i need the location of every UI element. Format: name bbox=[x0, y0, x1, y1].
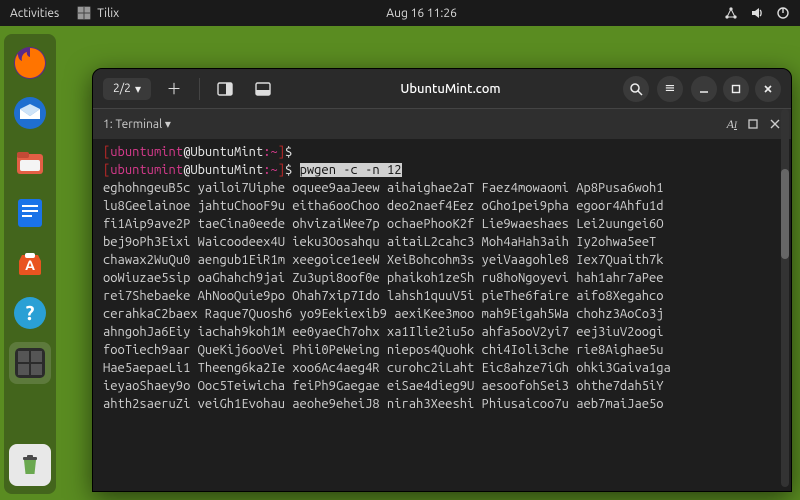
svg-text:?: ? bbox=[26, 301, 35, 324]
chevron-down-icon: ▾ bbox=[135, 82, 141, 96]
clock[interactable]: Aug 16 11:26 bbox=[119, 7, 724, 20]
dock-libreoffice-writer[interactable] bbox=[9, 192, 51, 234]
dock-thunderbird[interactable] bbox=[9, 92, 51, 134]
close-button[interactable] bbox=[755, 76, 781, 102]
session-switcher[interactable]: 2/2 ▾ bbox=[103, 78, 151, 100]
dock-firefox[interactable] bbox=[9, 42, 51, 84]
pane-maximize-button[interactable] bbox=[747, 118, 759, 130]
minimize-button[interactable] bbox=[691, 76, 717, 102]
dock-tilix[interactable] bbox=[9, 342, 51, 384]
network-icon[interactable] bbox=[724, 6, 738, 20]
gnome-topbar: Activities Tilix Aug 16 11:26 bbox=[0, 0, 800, 26]
font-size-icon[interactable]: AI bbox=[727, 117, 737, 132]
app-menu[interactable]: Tilix bbox=[77, 6, 119, 20]
dock-help[interactable]: ? bbox=[9, 292, 51, 334]
scrollbar-thumb[interactable] bbox=[781, 169, 789, 259]
tilix-icon bbox=[77, 6, 91, 20]
session-count: 2/2 bbox=[113, 82, 131, 95]
dock-trash[interactable] bbox=[9, 444, 51, 486]
terminal-scrollbar[interactable] bbox=[781, 109, 789, 487]
terminal-output[interactable]: [ubuntumint@UbuntuMint:~]$ [ubuntumint@U… bbox=[93, 139, 791, 491]
dock-software[interactable]: A bbox=[9, 242, 51, 284]
separator bbox=[199, 78, 200, 100]
pane-tabbar: 1: Terminal ▾ AI bbox=[93, 109, 791, 139]
activities-button[interactable]: Activities bbox=[10, 7, 59, 20]
menu-button[interactable]: ≡ bbox=[657, 76, 683, 102]
maximize-button[interactable] bbox=[723, 76, 749, 102]
dock: A ? bbox=[4, 34, 56, 494]
titlebar: 2/2 ▾ ＋ UbuntuMint.com ≡ bbox=[93, 69, 791, 109]
split-right-button[interactable] bbox=[210, 74, 240, 104]
power-icon[interactable] bbox=[776, 6, 790, 20]
pane-close-button[interactable] bbox=[769, 118, 781, 130]
search-button[interactable] bbox=[623, 76, 649, 102]
window-title: UbuntuMint.com bbox=[286, 82, 615, 96]
svg-text:A: A bbox=[25, 257, 35, 273]
volume-icon[interactable] bbox=[750, 6, 764, 20]
dock-files[interactable] bbox=[9, 142, 51, 184]
split-down-button[interactable] bbox=[248, 74, 278, 104]
app-menu-label: Tilix bbox=[97, 7, 119, 20]
tilix-window: 2/2 ▾ ＋ UbuntuMint.com ≡ 1: Terminal ▾ A… bbox=[92, 68, 792, 492]
pane-label[interactable]: 1: Terminal ▾ bbox=[103, 117, 171, 131]
new-session-button[interactable]: ＋ bbox=[159, 74, 189, 104]
